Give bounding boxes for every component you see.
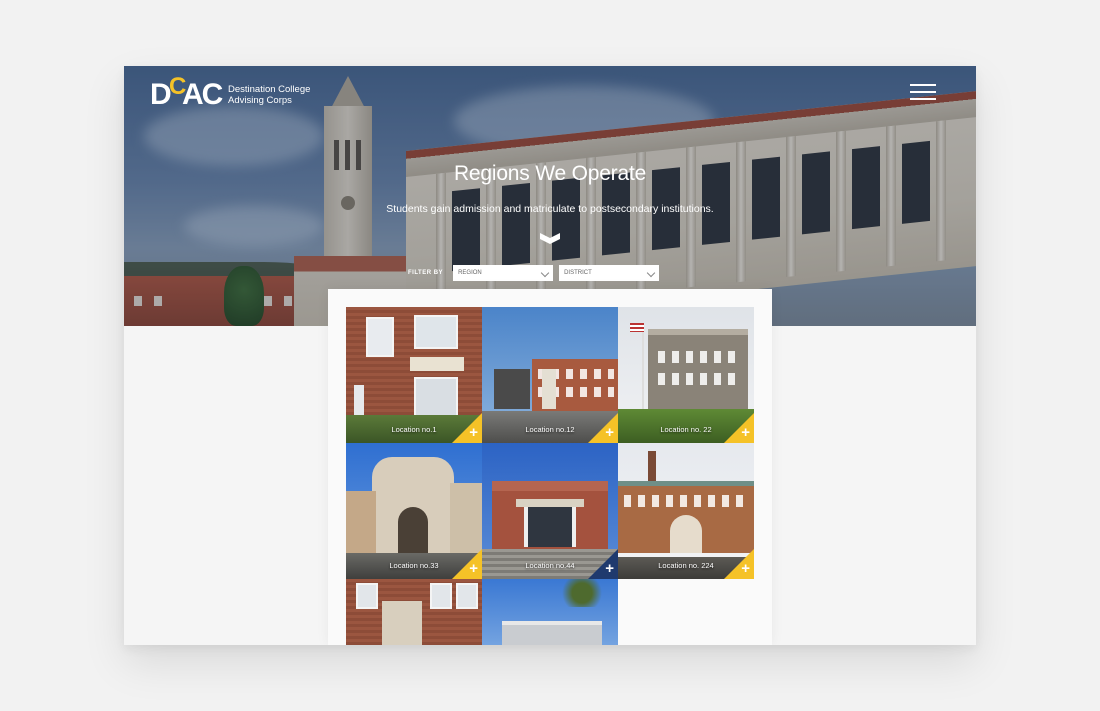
location-card[interactable]: Location no. 224 + (618, 443, 754, 579)
chevron-down-icon (646, 268, 656, 278)
district-select-value: DISTRICT (564, 270, 592, 276)
chevron-down-icon (540, 268, 550, 278)
site-logo[interactable]: D C AC Destination College Advising Corp… (150, 73, 310, 111)
page-title: Regions We Operate (453, 162, 647, 185)
location-card[interactable]: Location no.33 + (346, 443, 482, 579)
plus-icon[interactable]: + (469, 561, 478, 576)
location-card[interactable]: Location no. 22 + (618, 307, 754, 443)
page-subtitle: Students gain admission and matriculate … (386, 203, 714, 215)
location-card[interactable]: Location no.12 + (482, 307, 618, 443)
logo-line-2: Advising Corps (228, 95, 292, 106)
plus-icon[interactable]: + (605, 561, 614, 576)
plus-icon[interactable]: + (605, 425, 614, 440)
location-card[interactable] (482, 579, 618, 645)
plus-icon[interactable]: + (469, 425, 478, 440)
filter-label: FILTER BY (408, 270, 444, 276)
plus-icon[interactable]: + (741, 425, 750, 440)
location-card[interactable]: Location no.44 + (482, 443, 618, 579)
location-card[interactable] (346, 579, 482, 645)
hero-banner: D C AC Destination College Advising Corp… (124, 66, 976, 326)
plus-icon[interactable]: + (741, 561, 750, 576)
filter-bar: FILTER BY REGION DISTRICT (408, 265, 660, 281)
browser-page: D C AC Destination College Advising Corp… (124, 66, 976, 645)
region-select[interactable]: REGION (453, 265, 554, 281)
region-select-value: REGION (458, 270, 482, 276)
district-select[interactable]: DISTRICT (559, 265, 660, 281)
location-card[interactable]: Location no.1 + (346, 307, 482, 443)
logo-mark: D C AC (150, 73, 223, 111)
logo-wordmark: Destination College Advising Corps (228, 84, 310, 106)
logo-line-1: Destination College (228, 84, 311, 95)
hamburger-icon[interactable] (910, 84, 936, 102)
chevron-down-icon[interactable] (539, 230, 561, 244)
